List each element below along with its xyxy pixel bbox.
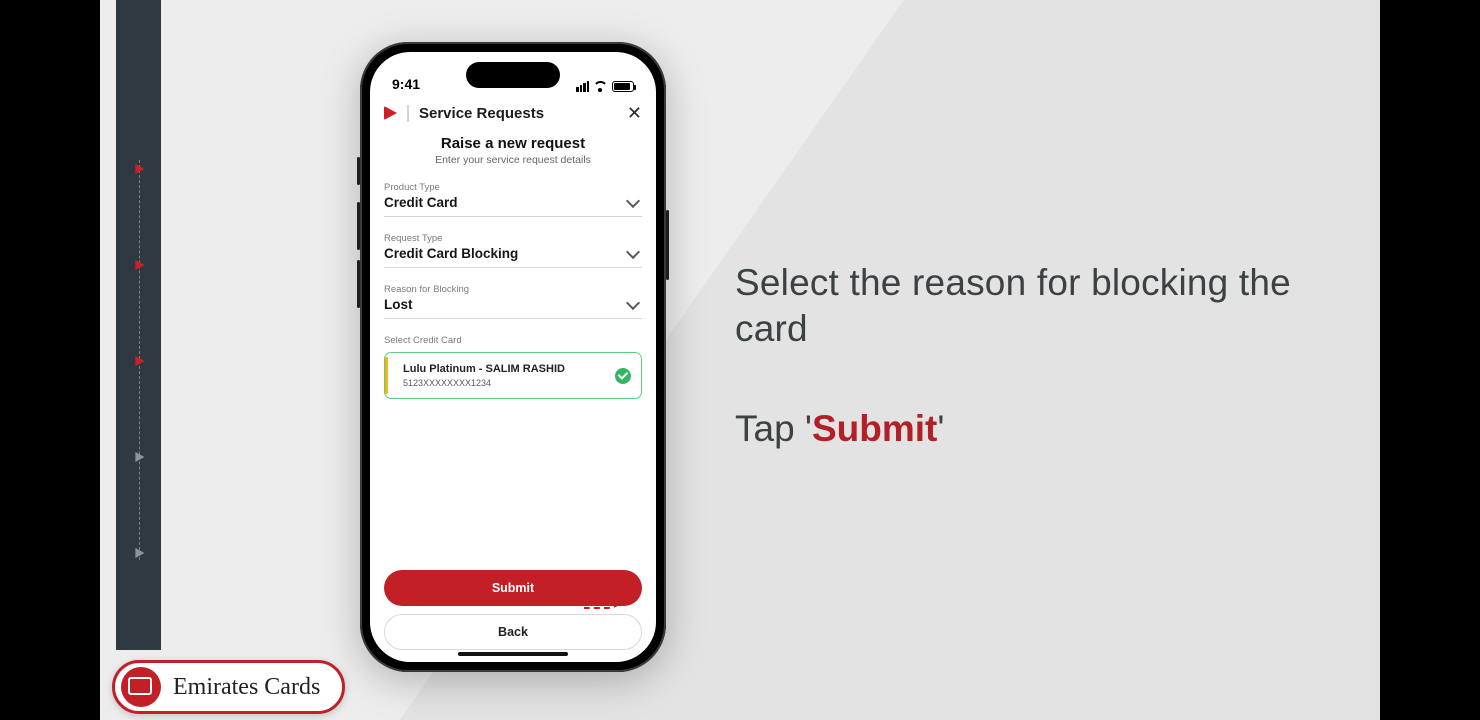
- instruction-line-2-highlight: Submit: [812, 408, 937, 449]
- progress-step-5-icon: [135, 548, 144, 558]
- chevron-down-icon: [626, 295, 640, 309]
- wifi-icon: [593, 81, 608, 92]
- chevron-down-icon: [626, 193, 640, 207]
- progress-step-4-icon: [135, 452, 144, 462]
- phone-mockup: 9:41 Service Requests ✕ Raise a new requ…: [360, 42, 666, 672]
- progress-step-3-icon: [135, 356, 144, 366]
- letterbox-left: [0, 0, 100, 720]
- reason-select[interactable]: Reason for Blocking Lost: [384, 284, 642, 319]
- app-header: Service Requests ✕: [370, 96, 656, 133]
- dynamic-island-icon: [466, 62, 560, 88]
- stage: Select the reason for blocking the card …: [100, 0, 1380, 720]
- phone-side-button-icon: [357, 157, 360, 185]
- battery-icon: [612, 81, 634, 92]
- app-logo-icon: [384, 106, 397, 120]
- brand-label: Emirates Cards: [173, 674, 320, 701]
- request-type-select[interactable]: Request Type Credit Card Blocking: [384, 233, 642, 268]
- brand-chip: Emirates Cards: [112, 660, 345, 714]
- selected-card-name: Lulu Platinum - SALIM RASHID: [397, 363, 629, 375]
- progress-rail: [116, 0, 161, 650]
- instruction-line-2: Tap 'Submit': [735, 408, 1320, 450]
- reason-value: Lost: [384, 297, 413, 312]
- phone-side-button-icon: [357, 202, 360, 250]
- submit-button[interactable]: Submit: [384, 570, 642, 606]
- instructions: Select the reason for blocking the card …: [735, 260, 1320, 450]
- home-indicator-icon: [458, 652, 568, 656]
- select-card-label: Select Credit Card: [384, 335, 642, 346]
- instruction-line-2-post: ': [937, 408, 944, 449]
- request-type-value: Credit Card Blocking: [384, 246, 518, 261]
- product-type-select[interactable]: Product Type Credit Card: [384, 182, 642, 217]
- phone-screen: 9:41 Service Requests ✕ Raise a new requ…: [370, 52, 656, 662]
- close-button[interactable]: ✕: [627, 104, 642, 122]
- progress-step-2-icon: [135, 260, 144, 270]
- progress-step-1-icon: [135, 164, 144, 174]
- reason-label: Reason for Blocking: [384, 284, 642, 295]
- page-title: Raise a new request: [384, 135, 642, 152]
- product-type-value: Credit Card: [384, 195, 458, 210]
- selected-card-number: 5123XXXXXXXX1234: [397, 378, 629, 388]
- cards-icon: [121, 667, 161, 707]
- button-area: Submit Back: [384, 570, 642, 650]
- instruction-line-2-pre: Tap ': [735, 408, 812, 449]
- back-button[interactable]: Back: [384, 614, 642, 650]
- request-type-label: Request Type: [384, 233, 642, 244]
- chevron-down-icon: [626, 244, 640, 258]
- cellular-icon: [576, 81, 589, 92]
- status-indicators: [576, 81, 634, 92]
- phone-side-button-icon: [666, 210, 669, 280]
- status-time: 9:41: [392, 76, 420, 92]
- product-type-label: Product Type: [384, 182, 642, 193]
- page-subtitle: Enter your service request details: [384, 154, 642, 166]
- check-icon: [615, 368, 631, 384]
- page-heading: Raise a new request Enter your service r…: [384, 135, 642, 166]
- letterbox-right: [1380, 0, 1480, 720]
- selected-card-option[interactable]: Lulu Platinum - SALIM RASHID 5123XXXXXXX…: [384, 352, 642, 399]
- app-header-title: Service Requests: [407, 105, 544, 122]
- screen-body: Raise a new request Enter your service r…: [370, 133, 656, 662]
- instruction-line-1: Select the reason for blocking the card: [735, 260, 1320, 353]
- phone-side-button-icon: [357, 260, 360, 308]
